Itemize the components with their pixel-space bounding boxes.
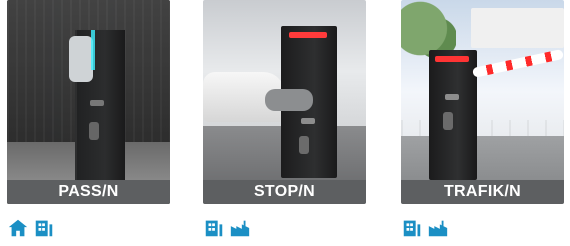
product-photo-trafik-n[interactable]: TRAFIK/N — [401, 0, 564, 204]
barrier-logo — [90, 100, 104, 106]
product-photo-stop-n[interactable]: STOP/N — [203, 0, 366, 204]
factory-icon — [229, 217, 251, 239]
use-case-icons-trafik-n — [401, 217, 449, 239]
barrier-slot — [443, 112, 453, 130]
factory-icon — [427, 217, 449, 239]
barrier-post — [69, 30, 125, 180]
building-icon — [401, 217, 423, 239]
use-case-icons-pass-n — [7, 217, 55, 239]
barrier-logo — [301, 118, 315, 124]
barrier-boom — [471, 48, 564, 78]
photo-sign — [471, 8, 564, 48]
product-card-pass-n[interactable]: PASS/N — [7, 0, 170, 237]
home-icon — [7, 217, 29, 239]
product-caption-trafik-n[interactable]: TRAFIK/N — [401, 180, 564, 204]
building-icon — [203, 217, 225, 239]
product-card-stop-n[interactable]: STOP/N — [203, 0, 366, 237]
product-caption-stop-n[interactable]: STOP/N — [203, 180, 366, 204]
barrier-post — [265, 26, 337, 178]
product-caption-pass-n[interactable]: PASS/N — [7, 180, 170, 204]
barrier-post — [429, 50, 477, 180]
use-case-icons-stop-n — [203, 217, 251, 239]
barrier-bracket — [69, 36, 93, 82]
product-card-trafik-n[interactable]: TRAFIK/N — [401, 0, 564, 237]
barrier-display — [435, 56, 469, 62]
barrier-slot — [89, 122, 99, 140]
barrier-display — [289, 32, 327, 38]
product-photo-pass-n[interactable]: PASS/N — [7, 0, 170, 204]
building-icon — [33, 217, 55, 239]
barrier-arm-mount — [265, 89, 313, 111]
barrier-slot — [299, 136, 309, 154]
barrier-light — [91, 30, 95, 70]
photo-ground — [401, 136, 564, 180]
barrier-logo — [445, 94, 459, 100]
